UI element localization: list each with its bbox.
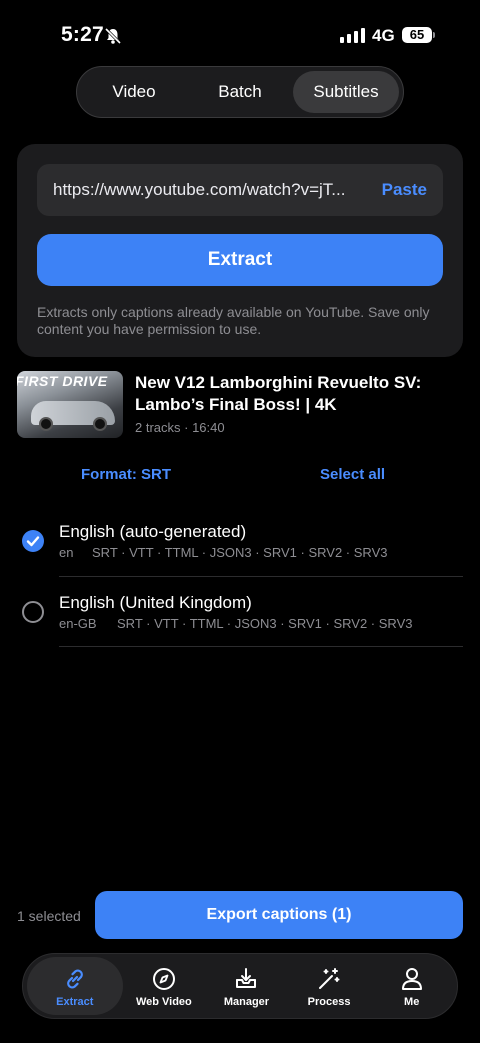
track-lang: en-GB (59, 616, 97, 631)
tab-web-video[interactable]: Web Video (123, 957, 206, 1015)
checkmark-icon[interactable] (22, 530, 44, 552)
video-thumbnail: FIRST DRIVE (17, 371, 123, 438)
track-formats: SRT · VTT · TTML · JSON3 · SRV1 · SRV2 ·… (92, 545, 388, 560)
disclaimer-note: Extracts only captions already available… (37, 304, 430, 337)
tab-bar: Extract Web Video Manager Process Me (22, 953, 458, 1019)
magic-wand-icon (319, 967, 340, 989)
track-row[interactable]: English (auto-generated) en SRT · VTT · … (0, 506, 480, 576)
thumbnail-wheel (93, 417, 107, 431)
tab-process[interactable]: Process (288, 957, 371, 1015)
thumbnail-text: FIRST DRIVE (17, 373, 108, 389)
tab-me[interactable]: Me (370, 957, 453, 1015)
video-meta: 2 tracks · 16:40 (135, 420, 225, 435)
extract-button[interactable]: Extract (37, 234, 443, 286)
empty-circle-icon[interactable] (22, 601, 44, 623)
tab-label: Manager (223, 995, 270, 1008)
tab-extract[interactable]: Extract (27, 957, 123, 1015)
mode-segmented-control: Video Batch Subtitles (76, 66, 404, 118)
status-time: 5:27 (61, 23, 104, 46)
compass-icon (152, 967, 175, 990)
battery-icon: 65 (402, 27, 432, 43)
url-field[interactable]: https://www.youtube.com/watch?v=jT... Pa… (37, 164, 443, 216)
video-title: New V12 Lamborghini Revuelto SV: Lambo’s… (135, 373, 422, 414)
network-type: 4G (372, 26, 395, 45)
tab-label: Process (307, 995, 351, 1008)
paste-button[interactable]: Paste (382, 180, 427, 200)
tab-label: Web Video (135, 995, 192, 1008)
cellular-signal-icon (340, 28, 365, 43)
person-icon (401, 967, 422, 990)
selected-count: 1 selected (17, 908, 81, 924)
divider (59, 646, 463, 647)
track-formats: SRT · VTT · TTML · JSON3 · SRV1 · SRV2 ·… (117, 616, 413, 631)
extract-card: https://www.youtube.com/watch?v=jT... Pa… (17, 144, 463, 357)
thumbnail-wheel (39, 417, 53, 431)
track-name: English (auto-generated) (59, 522, 247, 541)
track-row[interactable]: English (United Kingdom) en-GB SRT · VTT… (0, 577, 480, 647)
link-icon (66, 969, 83, 988)
url-input[interactable]: https://www.youtube.com/watch?v=jT... (53, 180, 363, 200)
format-selector[interactable]: Format: SRT (81, 466, 171, 483)
battery-nub (433, 32, 435, 38)
export-captions-button[interactable]: Export captions (1) (95, 891, 463, 939)
track-name: English (United Kingdom) (59, 593, 252, 612)
tab-label: Extract (56, 995, 94, 1008)
segment-video[interactable]: Video (81, 71, 187, 113)
tab-label: Me (404, 995, 420, 1008)
tab-manager[interactable]: Manager (205, 957, 288, 1015)
track-lang: en (59, 545, 74, 560)
segment-batch[interactable]: Batch (187, 71, 293, 113)
bell-muted-icon (104, 27, 122, 45)
download-tray-icon (236, 967, 257, 988)
segment-subtitles[interactable]: Subtitles (293, 71, 399, 113)
status-bar: 5:27 4G 65 (0, 0, 480, 70)
select-all-button[interactable]: Select all (320, 466, 385, 483)
